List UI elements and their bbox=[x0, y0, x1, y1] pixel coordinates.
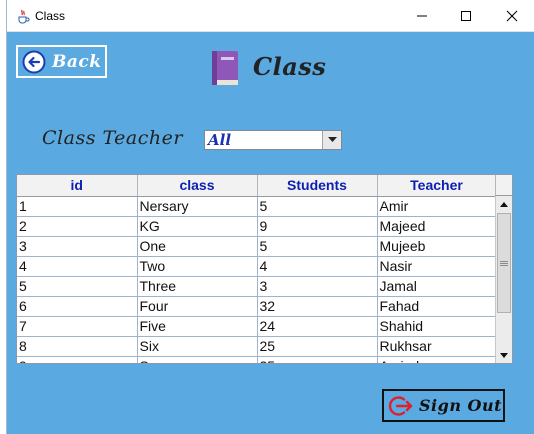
table-row[interactable]: 3 One 5 Mujeeb bbox=[17, 236, 497, 257]
minimize-icon bbox=[417, 15, 427, 17]
cell-id[interactable]: 3 bbox=[17, 236, 138, 257]
cell-id[interactable]: 9 bbox=[17, 356, 138, 363]
cell-teacher[interactable]: Majeed bbox=[377, 216, 497, 237]
cell-class[interactable]: Nersary bbox=[137, 196, 258, 217]
column-header-teacher[interactable]: Teacher bbox=[377, 175, 497, 197]
cell-class[interactable]: Six bbox=[137, 336, 258, 357]
cell-class[interactable]: KG bbox=[137, 216, 258, 237]
cell-teacher[interactable]: Fahad bbox=[377, 296, 497, 317]
scroll-up-button[interactable] bbox=[496, 196, 512, 212]
cell-id[interactable]: 4 bbox=[17, 256, 138, 277]
cell-class[interactable]: Five bbox=[137, 316, 258, 337]
maximize-icon bbox=[461, 11, 471, 21]
cell-class[interactable]: Three bbox=[137, 276, 258, 297]
table-row[interactable]: 6 Four 32 Fahad bbox=[17, 296, 497, 317]
table-vertical-scrollbar[interactable] bbox=[495, 196, 512, 363]
cell-id[interactable]: 8 bbox=[17, 336, 138, 357]
cell-id[interactable]: 7 bbox=[17, 316, 138, 337]
cell-id[interactable]: 1 bbox=[17, 196, 138, 217]
book-icon bbox=[212, 51, 238, 85]
cell-class[interactable]: Four bbox=[137, 296, 258, 317]
column-header-id[interactable]: id bbox=[17, 175, 138, 197]
class-teacher-label: Class Teacher bbox=[42, 127, 183, 149]
page-title: Class bbox=[253, 52, 327, 81]
back-button[interactable]: Back bbox=[16, 45, 107, 78]
table-row[interactable]: 2 KG 9 Majeed bbox=[17, 216, 497, 237]
column-header-class[interactable]: class bbox=[137, 175, 258, 197]
cell-students[interactable]: 5 bbox=[257, 236, 378, 257]
scrollbar-thumb[interactable] bbox=[497, 213, 511, 313]
cell-teacher[interactable]: Amjad bbox=[377, 356, 497, 363]
java-cup-icon bbox=[18, 9, 30, 24]
class-window: Class Back Class Class Teacher All id cl… bbox=[6, 0, 534, 434]
cell-class[interactable]: One bbox=[137, 236, 258, 257]
close-button[interactable] bbox=[490, 0, 534, 32]
class-teacher-select[interactable]: All bbox=[204, 130, 342, 150]
class-table[interactable]: id class Students Teacher 1 Nersary 5 Amir … bbox=[16, 174, 513, 364]
arrow-down-icon bbox=[500, 352, 508, 358]
logout-icon bbox=[388, 395, 413, 416]
close-icon bbox=[506, 10, 518, 22]
arrow-up-icon bbox=[500, 201, 508, 207]
cell-id[interactable]: 5 bbox=[17, 276, 138, 297]
window-title: Class bbox=[35, 9, 66, 23]
title-bar: Class bbox=[7, 0, 534, 32]
cell-teacher[interactable]: Nasir bbox=[377, 256, 497, 277]
grip-icon bbox=[500, 260, 508, 266]
table-header-corner bbox=[495, 175, 512, 196]
dropdown-arrow-button[interactable] bbox=[322, 131, 341, 149]
table-row[interactable]: 9Seven25Amjad bbox=[17, 356, 497, 363]
minimize-button[interactable] bbox=[400, 0, 444, 32]
table-row[interactable]: 7 Five 24 Shahid bbox=[17, 316, 497, 337]
cell-students[interactable]: 32 bbox=[257, 296, 378, 317]
cell-id[interactable]: 6 bbox=[17, 296, 138, 317]
cell-students[interactable]: 3 bbox=[257, 276, 378, 297]
table-row[interactable]: 4 Two 4 Nasir bbox=[17, 256, 497, 277]
cell-students[interactable]: 24 bbox=[257, 316, 378, 337]
cell-students[interactable]: 4 bbox=[257, 256, 378, 277]
column-header-students[interactable]: Students bbox=[257, 175, 378, 197]
maximize-button[interactable] bbox=[444, 0, 488, 32]
table-row[interactable]: 5 Three 3 Jamal bbox=[17, 276, 497, 297]
sign-out-label: Sign Out bbox=[419, 396, 502, 415]
cell-teacher[interactable]: Shahid bbox=[377, 316, 497, 337]
arrow-left-circle-icon bbox=[22, 50, 46, 73]
cell-teacher[interactable]: Mujeeb bbox=[377, 236, 497, 257]
cell-id[interactable]: 2 bbox=[17, 216, 138, 237]
cell-students[interactable]: 25 bbox=[257, 356, 378, 363]
scroll-down-button[interactable] bbox=[496, 347, 512, 363]
cell-teacher[interactable]: Amir bbox=[377, 196, 497, 217]
cell-students[interactable]: 9 bbox=[257, 216, 378, 237]
back-label: Back bbox=[52, 51, 102, 72]
chevron-down-icon bbox=[327, 137, 337, 142]
sign-out-button[interactable]: Sign Out bbox=[382, 389, 505, 422]
class-teacher-selected-value: All bbox=[208, 131, 232, 149]
cell-class[interactable]: Seven bbox=[137, 356, 258, 363]
table-row[interactable]: 1 Nersary 5 Amir bbox=[17, 196, 497, 217]
table-header-row: id class Students Teacher bbox=[17, 175, 497, 197]
cell-teacher[interactable]: Jamal bbox=[377, 276, 497, 297]
cell-teacher[interactable]: Rukhsar bbox=[377, 336, 497, 357]
cell-students[interactable]: 5 bbox=[257, 196, 378, 217]
cell-students[interactable]: 25 bbox=[257, 336, 378, 357]
cell-class[interactable]: Two bbox=[137, 256, 258, 277]
table-row[interactable]: 8 Six 25 Rukhsar bbox=[17, 336, 497, 357]
